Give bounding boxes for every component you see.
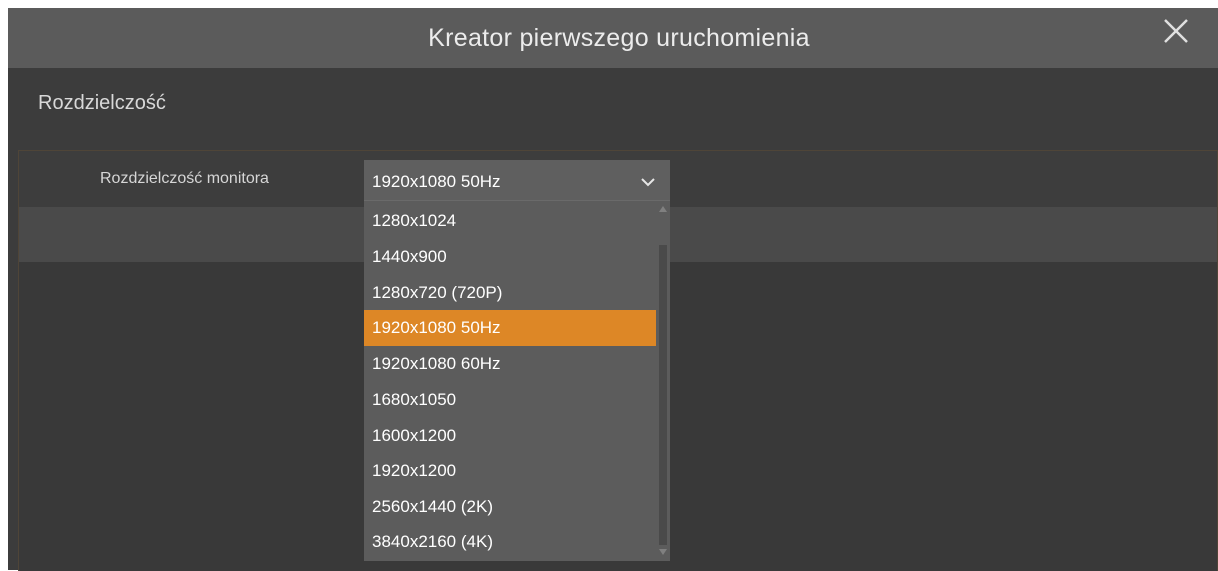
title-bar: Kreator pierwszego uruchomienia xyxy=(8,8,1218,68)
resolution-option[interactable]: 1920x1080 60Hz xyxy=(364,346,656,382)
resolution-option[interactable]: 1280x720 (720P) xyxy=(364,275,656,311)
resolution-option[interactable]: 1440x900 xyxy=(364,239,656,275)
scroll-down-arrow-icon[interactable] xyxy=(659,549,667,555)
resolution-option[interactable]: 1680x1050 xyxy=(364,382,656,418)
resolution-label: Rozdzielczość monitora xyxy=(100,170,269,187)
close-icon[interactable] xyxy=(1162,17,1190,45)
resolution-option-selected[interactable]: 1920x1080 50Hz xyxy=(364,310,656,346)
section-title: Rozdzielczość xyxy=(38,92,166,114)
dropdown-scrollbar[interactable] xyxy=(658,203,668,559)
scroll-up-arrow-icon[interactable] xyxy=(659,206,667,212)
scrollbar-thumb[interactable] xyxy=(659,245,667,545)
chevron-down-icon xyxy=(640,175,656,187)
resolution-option[interactable]: 2560x1440 (2K) xyxy=(364,489,656,525)
resolution-dropdown-list: 1280x1024 1440x900 1280x720 (720P) 1920x… xyxy=(364,200,670,561)
resolution-option[interactable]: 1280x1024 xyxy=(364,203,656,239)
resolution-option[interactable]: 3840x2160 (4K) xyxy=(364,524,656,560)
resolution-option[interactable]: 1920x1200 xyxy=(364,453,656,489)
window-title: Kreator pierwszego uruchomienia xyxy=(428,23,810,52)
resolution-select[interactable]: 1920x1080 50Hz xyxy=(364,160,670,200)
resolution-option[interactable]: 1600x1200 xyxy=(364,418,656,454)
resolution-select-value: 1920x1080 50Hz xyxy=(372,172,501,191)
